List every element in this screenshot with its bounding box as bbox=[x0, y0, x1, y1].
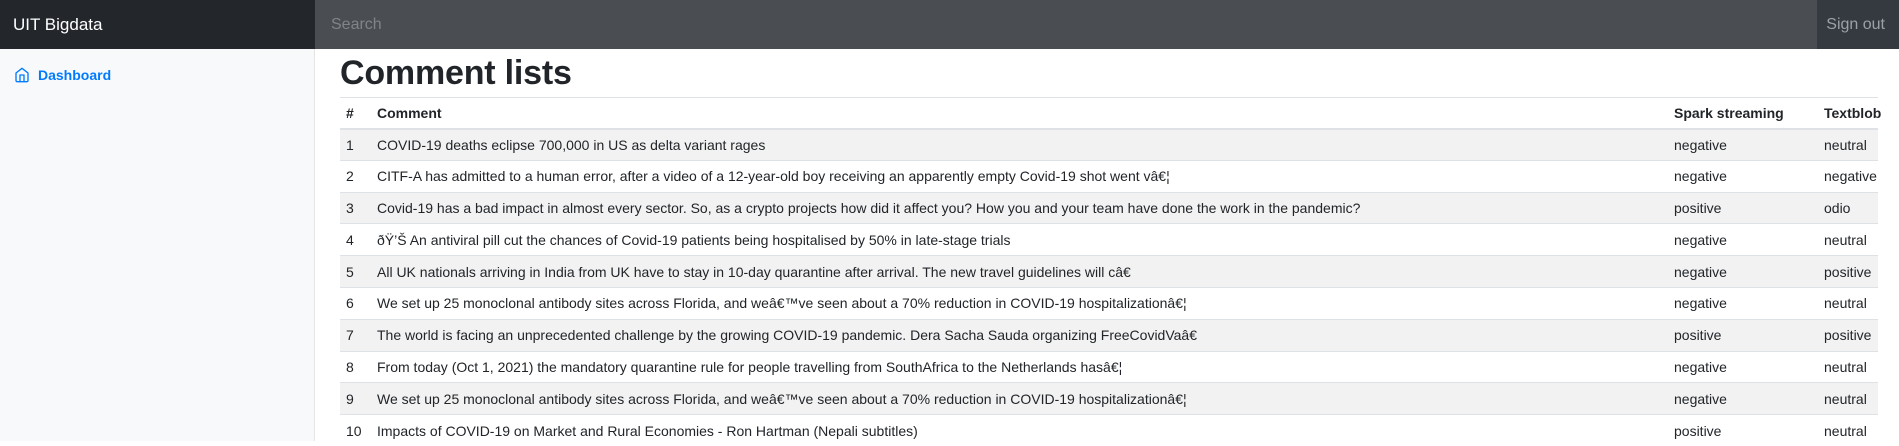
header-spark-streaming: Spark streaming bbox=[1668, 98, 1818, 129]
comment-table: # Comment Spark streaming Textblob 1COVI… bbox=[340, 97, 1878, 446]
textblob-sentiment: neutral bbox=[1818, 351, 1878, 383]
main-content: Comment lists # Comment Spark streaming … bbox=[340, 49, 1878, 446]
spark-sentiment: positive bbox=[1668, 192, 1818, 224]
comment-text: We set up 25 monoclonal antibody sites a… bbox=[371, 383, 1668, 415]
table-body: 1COVID-19 deaths eclipse 700,000 in US a… bbox=[340, 129, 1878, 446]
sign-out-link[interactable]: Sign out bbox=[1817, 0, 1899, 49]
row-number: 4 bbox=[340, 224, 371, 256]
spark-sentiment: negative bbox=[1668, 224, 1818, 256]
row-number: 9 bbox=[340, 383, 371, 415]
textblob-sentiment: negative bbox=[1818, 160, 1878, 192]
header-number: # bbox=[340, 98, 371, 129]
sidebar-item-label: Dashboard bbox=[38, 67, 111, 83]
textblob-sentiment: neutral bbox=[1818, 287, 1878, 319]
row-number: 2 bbox=[340, 160, 371, 192]
row-number: 1 bbox=[340, 129, 371, 161]
spark-sentiment: positive bbox=[1668, 319, 1818, 351]
comment-text: Covid-19 has a bad impact in almost ever… bbox=[371, 192, 1668, 224]
textblob-sentiment: neutral bbox=[1818, 383, 1878, 415]
row-number: 6 bbox=[340, 287, 371, 319]
search-input[interactable] bbox=[315, 0, 1817, 49]
textblob-sentiment: positive bbox=[1818, 319, 1878, 351]
comment-text: From today (Oct 1, 2021) the mandatory q… bbox=[371, 351, 1668, 383]
spark-sentiment: negative bbox=[1668, 256, 1818, 288]
table-row: 9We set up 25 monoclonal antibody sites … bbox=[340, 383, 1878, 415]
table-row: 8From today (Oct 1, 2021) the mandatory … bbox=[340, 351, 1878, 383]
table-row: 1COVID-19 deaths eclipse 700,000 in US a… bbox=[340, 129, 1878, 161]
row-number: 10 bbox=[340, 415, 371, 446]
table-row: 4ðŸ’Š An antiviral pill cut the chances … bbox=[340, 224, 1878, 256]
comment-text: CITF-A has admitted to a human error, af… bbox=[371, 160, 1668, 192]
table-row: 10Impacts of COVID-19 on Market and Rura… bbox=[340, 415, 1878, 446]
spark-sentiment: negative bbox=[1668, 287, 1818, 319]
comment-text: ðŸ’Š An antiviral pill cut the chances o… bbox=[371, 224, 1668, 256]
spark-sentiment: positive bbox=[1668, 415, 1818, 446]
top-navbar: UIT Bigdata Sign out bbox=[0, 0, 1899, 49]
comment-text: The world is facing an unprecedented cha… bbox=[371, 319, 1668, 351]
table-row: 6We set up 25 monoclonal antibody sites … bbox=[340, 287, 1878, 319]
sidebar: Dashboard bbox=[0, 49, 315, 441]
row-number: 7 bbox=[340, 319, 371, 351]
textblob-sentiment: odio bbox=[1818, 192, 1878, 224]
comment-text: Impacts of COVID-19 on Market and Rural … bbox=[371, 415, 1668, 446]
row-number: 8 bbox=[340, 351, 371, 383]
header-textblob: Textblob bbox=[1818, 98, 1878, 129]
spark-sentiment: negative bbox=[1668, 129, 1818, 161]
brand-name[interactable]: UIT Bigdata bbox=[0, 0, 315, 49]
textblob-sentiment: neutral bbox=[1818, 224, 1878, 256]
textblob-sentiment: neutral bbox=[1818, 415, 1878, 446]
comment-text: COVID-19 deaths eclipse 700,000 in US as… bbox=[371, 129, 1668, 161]
spark-sentiment: negative bbox=[1668, 383, 1818, 415]
comment-text: We set up 25 monoclonal antibody sites a… bbox=[371, 287, 1668, 319]
table-row: 5All UK nationals arriving in India from… bbox=[340, 256, 1878, 288]
row-number: 3 bbox=[340, 192, 371, 224]
home-icon bbox=[14, 67, 30, 83]
textblob-sentiment: neutral bbox=[1818, 129, 1878, 161]
table-row: 7The world is facing an unprecedented ch… bbox=[340, 319, 1878, 351]
page-title: Comment lists bbox=[340, 49, 1878, 97]
header-comment: Comment bbox=[371, 98, 1668, 129]
spark-sentiment: negative bbox=[1668, 160, 1818, 192]
row-number: 5 bbox=[340, 256, 371, 288]
table-row: 2CITF-A has admitted to a human error, a… bbox=[340, 160, 1878, 192]
table-row: 3Covid-19 has a bad impact in almost eve… bbox=[340, 192, 1878, 224]
table-header-row: # Comment Spark streaming Textblob bbox=[340, 98, 1878, 129]
textblob-sentiment: positive bbox=[1818, 256, 1878, 288]
spark-sentiment: negative bbox=[1668, 351, 1818, 383]
comment-text: All UK nationals arriving in India from … bbox=[371, 256, 1668, 288]
sidebar-item-dashboard[interactable]: Dashboard bbox=[14, 67, 111, 83]
